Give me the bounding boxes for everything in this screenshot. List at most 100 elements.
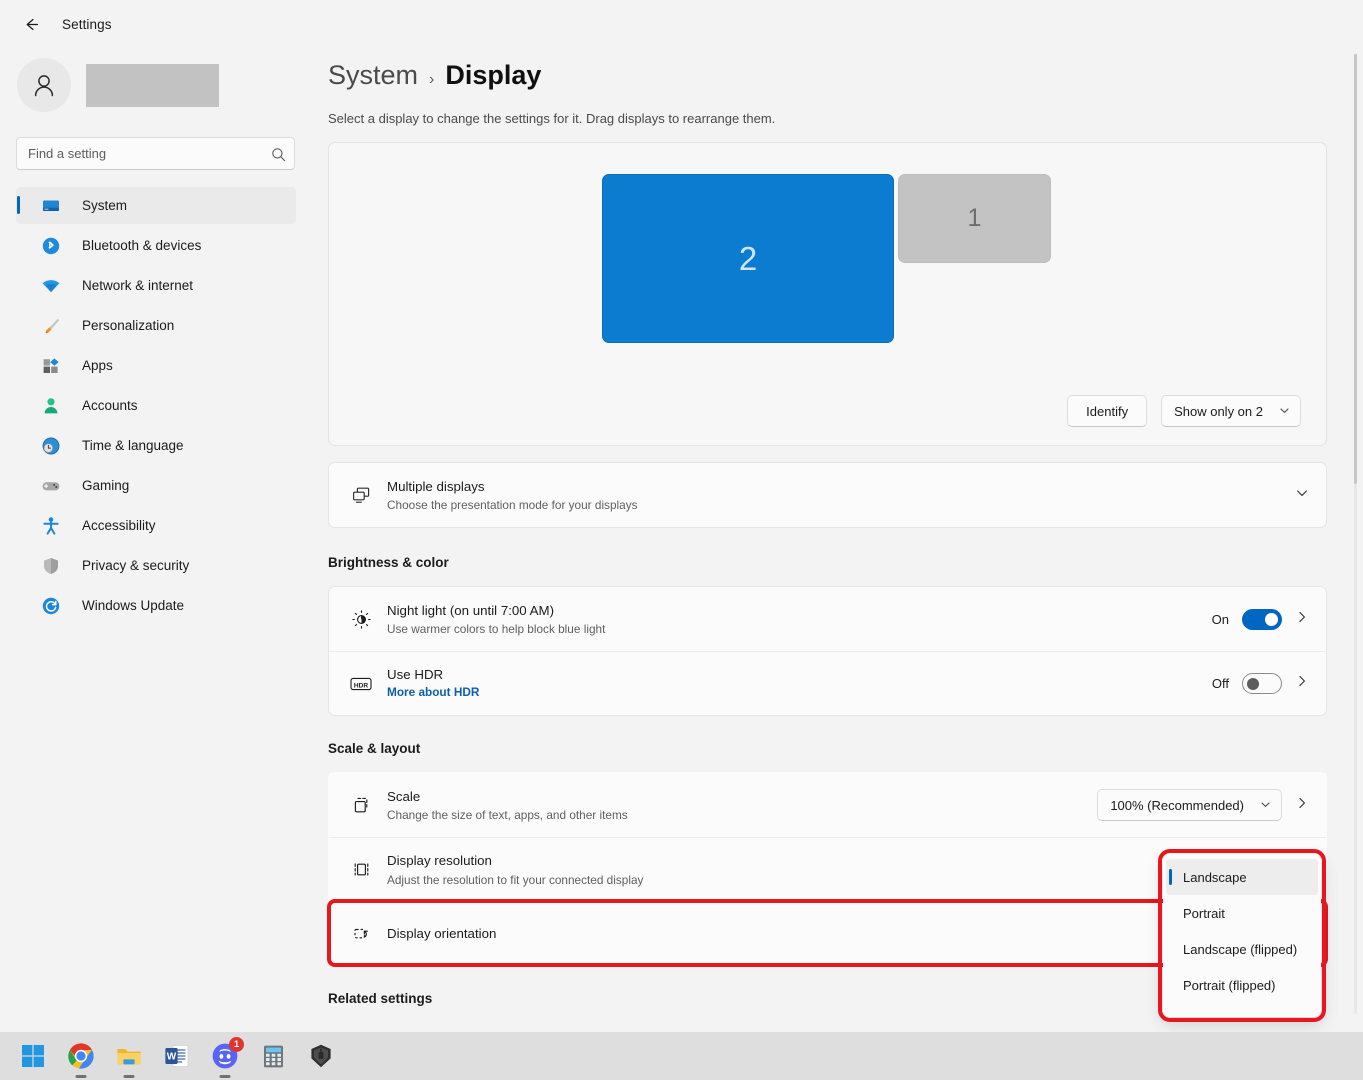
row-title: Scale bbox=[387, 788, 1097, 806]
apps-grid-icon bbox=[40, 355, 62, 377]
row-subtitle: Change the size of text, apps, and other… bbox=[387, 808, 1097, 822]
page-title: Display bbox=[445, 60, 541, 91]
tank-game-icon bbox=[308, 1043, 334, 1069]
calculator-taskbar-item[interactable] bbox=[255, 1038, 291, 1074]
row-title: Multiple displays bbox=[387, 478, 1295, 496]
night-light-toggle[interactable] bbox=[1242, 609, 1282, 630]
svg-text:HDR: HDR bbox=[354, 682, 369, 689]
use-hdr-toggle[interactable] bbox=[1242, 673, 1282, 694]
user-profile[interactable] bbox=[16, 48, 296, 122]
option-label: Portrait (flipped) bbox=[1183, 978, 1275, 993]
section-heading-scale-layout: Scale & layout bbox=[328, 741, 1327, 756]
sidebar-item-accessibility[interactable]: Accessibility bbox=[16, 507, 296, 544]
start-button[interactable] bbox=[15, 1038, 51, 1074]
scale-dropdown[interactable]: 100% (Recommended) bbox=[1097, 789, 1282, 821]
sidebar-item-label: Accessibility bbox=[82, 518, 156, 533]
svg-text:W: W bbox=[167, 1051, 177, 1062]
hdr-icon: HDR bbox=[343, 676, 379, 692]
use-hdr-state-label: Off bbox=[1212, 676, 1229, 691]
sidebar-item-label: Accounts bbox=[82, 398, 138, 413]
scale-value: 100% (Recommended) bbox=[1110, 798, 1244, 813]
search-container bbox=[16, 137, 296, 170]
multiple-displays-text: Multiple displays Choose the presentatio… bbox=[379, 478, 1295, 513]
row-title: Use HDR bbox=[387, 666, 1212, 684]
search-button[interactable] bbox=[266, 142, 290, 166]
word-icon: W bbox=[164, 1043, 190, 1069]
chevron-right-icon[interactable] bbox=[1295, 610, 1309, 629]
sidebar-item-system[interactable]: System bbox=[16, 187, 296, 224]
page-description: Select a display to change the settings … bbox=[328, 111, 1327, 126]
multiple-displays-icon bbox=[343, 485, 379, 506]
orientation-option-portrait[interactable]: Portrait bbox=[1166, 895, 1318, 931]
scrollbar-thumb[interactable] bbox=[1354, 54, 1357, 484]
back-button[interactable] bbox=[14, 7, 48, 41]
multiple-displays-row[interactable]: Multiple displays Choose the presentatio… bbox=[329, 463, 1326, 527]
chrome-taskbar-item[interactable] bbox=[63, 1038, 99, 1074]
sidebar-item-privacy-security[interactable]: Privacy & security bbox=[16, 547, 296, 584]
monitor-number: 1 bbox=[968, 204, 982, 233]
night-light-row[interactable]: Night light (on until 7:00 AM) Use warme… bbox=[329, 587, 1326, 651]
display-arrangement-area[interactable]: 2 1 Identify Show only on 2 bbox=[328, 142, 1327, 446]
game-taskbar-item[interactable] bbox=[303, 1038, 339, 1074]
sidebar-item-windows-update[interactable]: Windows Update bbox=[16, 587, 296, 624]
monitor-preview-2[interactable]: 2 bbox=[602, 174, 894, 343]
orientation-option-landscape-flipped[interactable]: Landscape (flipped) bbox=[1166, 931, 1318, 967]
identify-button[interactable]: Identify bbox=[1067, 395, 1147, 427]
search-input[interactable] bbox=[16, 137, 295, 170]
gamepad-icon bbox=[40, 475, 62, 497]
orientation-option-portrait-flipped[interactable]: Portrait (flipped) bbox=[1166, 967, 1318, 1003]
sidebar-item-bluetooth-devices[interactable]: Bluetooth & devices bbox=[16, 227, 296, 264]
breadcrumb-separator-icon: › bbox=[429, 71, 434, 89]
sidebar-item-label: System bbox=[82, 198, 127, 213]
arrangement-actions: Identify Show only on 2 bbox=[1067, 395, 1301, 427]
running-indicator bbox=[220, 1075, 231, 1078]
sidebar-item-gaming[interactable]: Gaming bbox=[16, 467, 296, 504]
chevron-right-icon[interactable] bbox=[1295, 796, 1309, 815]
scale-text: Scale Change the size of text, apps, and… bbox=[379, 788, 1097, 823]
display-resolution-text: Display resolution Adjust the resolution… bbox=[379, 852, 1195, 887]
windows-logo-icon bbox=[20, 1043, 46, 1069]
sidebar-item-accounts[interactable]: Accounts bbox=[16, 387, 296, 424]
chevron-down-icon bbox=[1279, 404, 1290, 419]
sidebar-item-apps[interactable]: Apps bbox=[16, 347, 296, 384]
row-actions: 100% (Recommended) bbox=[1097, 789, 1309, 821]
word-taskbar-item[interactable]: W bbox=[159, 1038, 195, 1074]
orientation-option-landscape[interactable]: Landscape bbox=[1166, 859, 1318, 895]
sidebar-item-network-internet[interactable]: Network & internet bbox=[16, 267, 296, 304]
option-label: Portrait bbox=[1183, 906, 1225, 921]
chevron-down-icon[interactable] bbox=[1295, 486, 1309, 505]
more-about-hdr-link[interactable]: More about HDR bbox=[387, 685, 479, 699]
row-actions: On bbox=[1212, 609, 1309, 630]
explorer-taskbar-item[interactable] bbox=[111, 1038, 147, 1074]
projection-mode-dropdown[interactable]: Show only on 2 bbox=[1161, 395, 1301, 427]
running-indicator bbox=[76, 1075, 87, 1078]
breadcrumb-parent[interactable]: System bbox=[328, 60, 418, 91]
sidebar-item-time-language[interactable]: Time & language bbox=[16, 427, 296, 464]
update-refresh-icon bbox=[40, 595, 62, 617]
sidebar-item-label: Privacy & security bbox=[82, 558, 189, 573]
row-title: Night light (on until 7:00 AM) bbox=[387, 602, 1212, 620]
title-bar: Settings bbox=[0, 0, 1363, 48]
toggle-knob bbox=[1247, 678, 1259, 690]
night-light-sun-icon bbox=[343, 609, 379, 630]
search-icon bbox=[271, 147, 286, 162]
discord-badge: 1 bbox=[229, 1037, 244, 1052]
row-title: Display resolution bbox=[387, 852, 1195, 870]
monitor-preview-1[interactable]: 1 bbox=[898, 174, 1051, 263]
sidebar-item-label: Network & internet bbox=[82, 278, 193, 293]
paintbrush-icon bbox=[40, 315, 62, 337]
sidebar-item-label: Gaming bbox=[82, 478, 129, 493]
sidebar-item-personalization[interactable]: Personalization bbox=[16, 307, 296, 344]
discord-taskbar-item[interactable]: 1 bbox=[207, 1038, 243, 1074]
taskbar: W 1 bbox=[0, 1032, 1363, 1080]
row-actions: Off bbox=[1212, 673, 1309, 694]
section-heading-brightness-color: Brightness & color bbox=[328, 555, 1327, 570]
accounts-person-icon bbox=[40, 395, 62, 417]
use-hdr-row[interactable]: HDR Use HDR More about HDR Off bbox=[329, 651, 1326, 715]
chevron-right-icon[interactable] bbox=[1295, 674, 1309, 693]
sidebar: System Bluetooth & devices bbox=[0, 48, 312, 1032]
scale-row[interactable]: Scale Change the size of text, apps, and… bbox=[329, 773, 1326, 837]
sidebar-item-label: Time & language bbox=[82, 438, 184, 453]
wifi-icon bbox=[40, 275, 62, 297]
row-subtitle: Choose the presentation mode for your di… bbox=[387, 498, 1295, 512]
